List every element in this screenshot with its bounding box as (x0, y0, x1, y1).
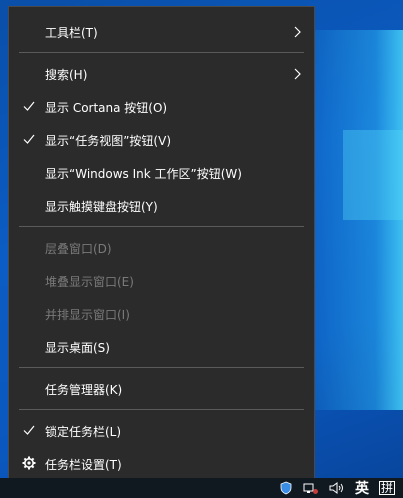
checkmark-icon (23, 134, 35, 144)
menu-item-label: 显示 Cortana 按钮(O) (45, 100, 168, 115)
input-language-indicator[interactable]: 英 (355, 478, 369, 498)
checkmark-icon (23, 101, 35, 111)
menu-item-side-by-side-windows: 并排显示窗口(I) (9, 297, 314, 331)
menu-separator (19, 52, 304, 53)
chevron-right-icon (294, 68, 301, 80)
taskbar-context-menu: 工具栏(T) 搜索(H) 显示 Cortana 按钮(O) 显示“任务视图”按钮… (8, 6, 315, 488)
menu-item-show-desktop[interactable]: 显示桌面(S) (9, 330, 314, 364)
menu-item-lock-taskbar[interactable]: 锁定任务栏(L) (9, 414, 314, 448)
menu-item-label: 层叠窗口(D) (45, 241, 112, 256)
menu-item-label: 工具栏(T) (45, 25, 98, 40)
chevron-right-icon (294, 26, 301, 38)
checkmark-icon (23, 425, 35, 435)
menu-item-toolbars[interactable]: 工具栏(T) (9, 15, 314, 49)
menu-item-label: 任务栏设置(T) (45, 457, 122, 472)
network-icon[interactable] (303, 481, 319, 495)
menu-item-label: 显示“Windows Ink 工作区”按钮(W) (45, 166, 242, 181)
menu-separator (19, 367, 304, 368)
menu-item-taskbar-settings[interactable]: 任务栏设置(T) (9, 447, 314, 481)
menu-separator (19, 409, 304, 410)
system-tray: 英 拼 (279, 479, 395, 497)
menu-item-stack-windows: 堆叠显示窗口(E) (9, 264, 314, 298)
taskbar[interactable]: 英 拼 (0, 478, 403, 498)
menu-item-show-cortana[interactable]: 显示 Cortana 按钮(O) (9, 90, 314, 124)
volume-icon[interactable] (329, 481, 345, 495)
menu-item-label: 任务管理器(K) (45, 382, 123, 397)
menu-item-show-task-view[interactable]: 显示“任务视图”按钮(V) (9, 123, 314, 157)
defender-shield-icon[interactable] (279, 481, 293, 495)
menu-item-task-manager[interactable]: 任务管理器(K) (9, 372, 314, 406)
menu-item-label: 锁定任务栏(L) (45, 424, 122, 439)
ime-mode-indicator[interactable]: 拼 (378, 481, 395, 495)
menu-item-label: 并排显示窗口(I) (45, 307, 130, 322)
menu-item-cascade-windows: 层叠窗口(D) (9, 231, 314, 265)
menu-item-label: 搜索(H) (45, 67, 88, 82)
menu-item-label: 显示桌面(S) (45, 340, 110, 355)
menu-item-show-windows-ink[interactable]: 显示“Windows Ink 工作区”按钮(W) (9, 156, 314, 190)
menu-item-label: 显示触摸键盘按钮(Y) (45, 199, 158, 214)
menu-item-search[interactable]: 搜索(H) (9, 57, 314, 91)
desktop-glow-accent (343, 130, 403, 220)
menu-item-show-touch-keyboard[interactable]: 显示触摸键盘按钮(Y) (9, 189, 314, 223)
menu-item-label: 显示“任务视图”按钮(V) (45, 133, 172, 148)
menu-separator (19, 226, 304, 227)
menu-item-label: 堆叠显示窗口(E) (45, 274, 134, 289)
gear-icon (22, 456, 36, 470)
